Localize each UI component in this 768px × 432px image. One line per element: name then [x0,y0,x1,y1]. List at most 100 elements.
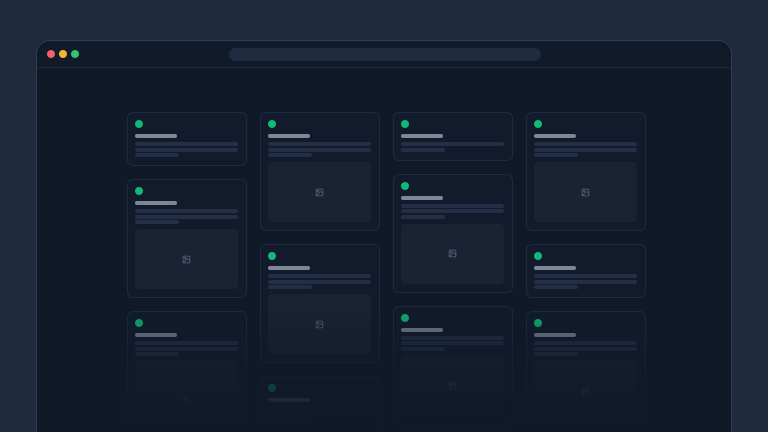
skeleton-text-bar [401,341,504,345]
skeleton-card[interactable] [127,179,247,298]
skeleton-text-bar [534,148,637,152]
status-dot [401,182,409,190]
skeleton-title-bar [534,134,576,138]
skeleton-title-bar [534,333,576,337]
skeleton-title-bar [268,266,310,270]
skeleton-card[interactable] [526,112,646,231]
image-placeholder [135,361,238,432]
skeleton-text-bar [268,285,312,289]
image-placeholder-icon [448,381,457,390]
image-placeholder [534,361,637,421]
skeleton-text-bar [401,148,445,152]
status-dot [401,120,409,128]
skeleton-text-bar [135,142,238,146]
masonry-board [37,68,731,432]
status-dot [135,120,143,128]
skeleton-text-bar [268,148,371,152]
skeleton-title-bar [135,333,177,337]
status-dot [534,252,542,260]
skeleton-text-bar [135,220,179,224]
skeleton-text-bar [135,209,238,213]
skeleton-text-bar [534,142,637,146]
image-placeholder [401,224,504,284]
browser-window [36,40,732,432]
skeleton-card[interactable] [393,112,513,161]
skeleton-text-bar [268,280,371,284]
skeleton-title-bar [401,328,443,332]
skeleton-text-bar [401,347,445,351]
skeleton-text-bar [534,274,637,278]
image-placeholder-icon [182,396,191,405]
status-dot [268,252,276,260]
status-dot [268,384,276,392]
url-bar[interactable] [229,48,541,61]
image-placeholder [268,426,371,432]
skeleton-text-bar [135,341,238,345]
browser-titlebar [37,41,731,68]
skeleton-text-bar [135,347,238,351]
skeleton-card[interactable] [393,174,513,293]
skeleton-title-bar [401,134,443,138]
image-placeholder-icon [182,255,191,264]
minimize-button[interactable] [59,50,67,58]
skeleton-card[interactable] [260,112,380,231]
status-dot [534,319,542,327]
status-dot [401,314,409,322]
skeleton-text-bar [401,142,504,146]
skeleton-card[interactable] [127,311,247,432]
skeleton-text-bar [268,142,371,146]
image-placeholder [268,294,371,354]
skeleton-text-bar [268,412,371,416]
skeleton-card[interactable] [127,112,247,166]
status-dot [268,120,276,128]
skeleton-text-bar [401,336,504,340]
skeleton-text-bar [534,153,578,157]
skeleton-card[interactable] [260,376,380,432]
page-content [37,68,731,432]
status-dot [534,120,542,128]
skeleton-text-bar [135,148,238,152]
skeleton-text-bar [268,274,371,278]
skeleton-text-bar [534,347,637,351]
skeleton-text-bar [135,352,179,356]
skeleton-card[interactable] [526,244,646,298]
skeleton-title-bar [135,201,177,205]
skeleton-text-bar [534,280,637,284]
image-placeholder [534,162,637,222]
skeleton-title-bar [135,134,177,138]
skeleton-title-bar [268,398,310,402]
image-placeholder [268,162,371,222]
board-column-1 [127,112,247,432]
image-placeholder-icon [581,387,590,396]
image-placeholder-icon [448,249,457,258]
skeleton-text-bar [534,352,578,356]
skeleton-text-bar [135,153,179,157]
skeleton-text-bar [268,406,371,410]
skeleton-text-bar [534,341,637,345]
maximize-button[interactable] [71,50,79,58]
skeleton-title-bar [534,266,576,270]
skeleton-text-bar [268,153,312,157]
skeleton-text-bar [268,417,312,421]
image-placeholder-icon [315,188,324,197]
skeleton-text-bar [534,285,578,289]
skeleton-title-bar [401,196,443,200]
skeleton-card[interactable] [260,244,380,363]
skeleton-card[interactable] [526,311,646,430]
image-placeholder [401,356,504,416]
image-placeholder-icon [581,188,590,197]
skeleton-text-bar [401,209,504,213]
skeleton-text-bar [401,215,445,219]
board-column-2 [260,112,380,432]
status-dot [135,319,143,327]
skeleton-card[interactable] [393,306,513,425]
skeleton-text-bar [401,204,504,208]
board-column-3 [393,112,513,432]
window-controls [47,41,79,67]
image-placeholder [135,229,238,289]
close-button[interactable] [47,50,55,58]
skeleton-title-bar [268,134,310,138]
status-dot [135,187,143,195]
image-placeholder-icon [315,320,324,329]
board-column-4 [526,112,646,432]
